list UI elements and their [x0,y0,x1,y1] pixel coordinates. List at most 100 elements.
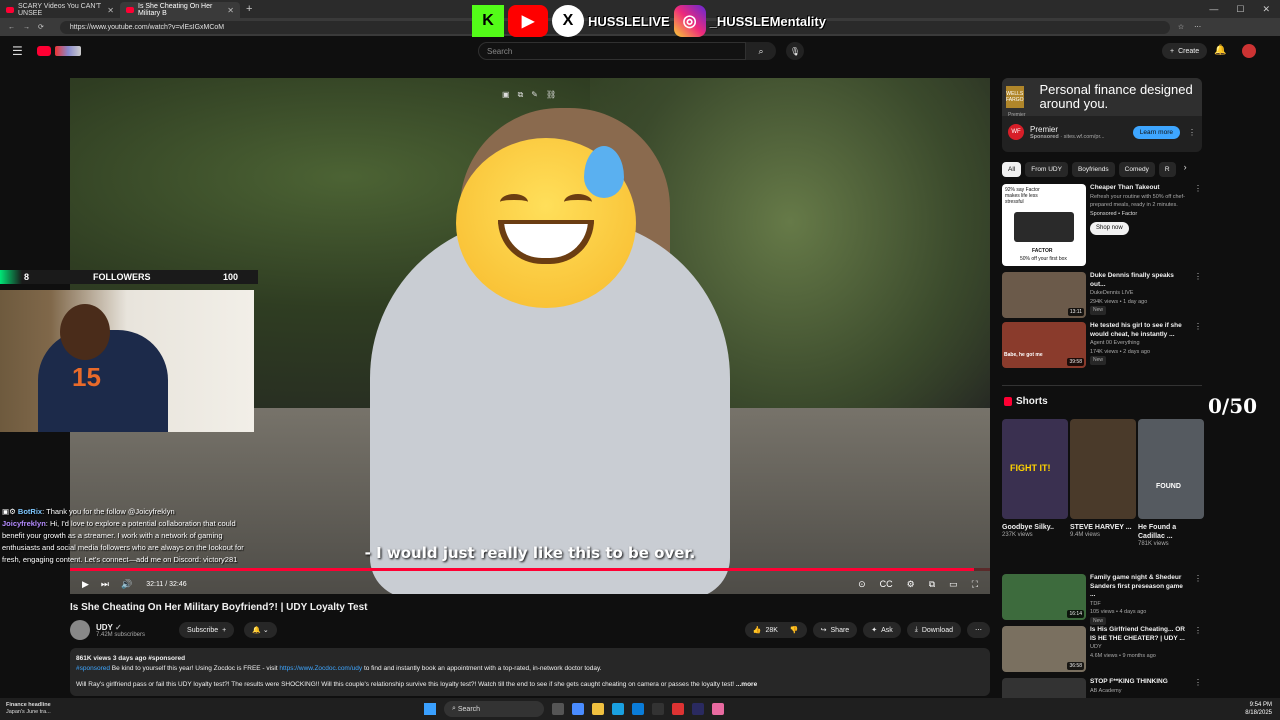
obs-icon[interactable] [672,703,684,715]
maximize-icon[interactable]: ☐ [1236,4,1244,15]
system-clock[interactable]: 9:54 PM 8/18/2025 [1245,701,1272,717]
play-icon[interactable]: ▶ [82,579,89,590]
news-widget[interactable]: Finance headline Japan's June tra... [6,702,51,716]
chip-boyfriends[interactable]: Boyfriends [1071,162,1115,177]
share-label: Share [830,626,850,634]
back-icon[interactable]: ← [8,24,15,31]
channel-avatar[interactable] [70,620,90,640]
short-item[interactable]: STEVE HARVEY ... 9.4M views [1070,419,1136,547]
shop-now-button[interactable]: Shop now [1090,222,1129,235]
show-more-link[interactable]: ...more [736,681,757,688]
subscribe-button[interactable]: Subscribe + [179,622,235,638]
x-logo-icon: X [552,5,584,37]
list-item[interactable]: 16:14 Family game night & Shedeur Sander… [1002,574,1202,625]
favorite-star-icon[interactable]: ☆ [1178,23,1184,31]
autoplay-toggle-icon[interactable]: ⊙ [858,579,866,590]
chrome-icon[interactable] [612,703,624,715]
search-button[interactable]: ⌕ [746,42,776,60]
taskbar-search[interactable]: ⌕ Search [444,701,544,717]
miniplayer-icon[interactable]: ⧉ [929,579,935,590]
close-tab-icon[interactable]: ✕ [227,6,234,15]
app-icon[interactable] [652,703,664,715]
windows-start-icon[interactable] [424,703,436,715]
new-tab-icon[interactable]: + [240,3,258,15]
fullscreen-icon[interactable]: ⛶ [972,579,978,590]
next-icon[interactable]: ⏭ [101,579,109,590]
voice-search-button[interactable]: 🎙 [786,42,804,60]
clock-date: 8/18/2025 [1245,710,1272,716]
more-actions-button[interactable]: ⋯ [967,622,990,638]
tab-scary-videos[interactable]: SCARY Videos You CAN'T UNSEE ✕ [0,2,120,18]
premiere-icon[interactable] [692,703,704,715]
rec-text: He tested his girl to see if she would c… [1090,322,1190,368]
hamburger-menu-icon[interactable]: ☰ [12,44,23,58]
crop-icon[interactable]: ⧉ [518,90,524,100]
rec-text: Family game night & Shedeur Sanders firs… [1090,574,1190,625]
app-icon[interactable] [712,703,724,715]
like-button[interactable]: 👍 28K 👎 [744,622,807,638]
list-item[interactable]: 36:58 Is His Girlfriend Cheating... OR I… [1002,626,1202,672]
zocdoc-link[interactable]: https://www.Zocdoc.com/udy [279,665,362,672]
more-icon[interactable]: ⋮ [1194,272,1202,318]
search-input[interactable]: Search [478,42,746,60]
close-window-icon[interactable]: ✕ [1262,4,1270,15]
bell-icon[interactable]: 🔔 [1214,45,1226,56]
sparkle-icon: ✦ [871,627,878,634]
short-item[interactable]: FIGHT IT! Goodbye Silky.. 237K views [1002,419,1068,547]
progress-bar[interactable] [70,568,990,571]
more-icon[interactable]: ⋮ [1194,626,1202,672]
channel-name[interactable]: UDY [96,623,113,632]
chevron-right-icon[interactable]: › [1184,162,1187,178]
rec-meta: 294K views • 1 day ago [1090,298,1148,305]
more-icon[interactable]: ⋮ [1194,678,1202,698]
task-view-icon[interactable] [552,703,564,715]
more-icon[interactable]: ⋮ [1194,184,1202,266]
sponsored-hashtag[interactable]: #sponsored [76,665,110,672]
youtube-logo-icon[interactable] [36,46,51,56]
tab-current-video[interactable]: Is She Cheating On Her Military B ✕ [120,2,240,18]
plus-icon: + [1170,47,1175,55]
notification-bell-button[interactable]: 🔔 ⌄ [244,622,277,638]
chip-comedy[interactable]: Comedy [1118,162,1155,177]
chip-all[interactable]: All [1002,162,1022,177]
forward-icon[interactable]: → [23,24,30,31]
youtube-doodle-logo[interactable] [54,46,81,56]
list-item[interactable]: Babe, he got me 39:58 He tested his girl… [1002,322,1202,368]
user-avatar[interactable] [1242,44,1256,58]
volume-icon[interactable]: 🔊 [121,579,132,590]
theater-mode-icon[interactable]: ▭ [949,579,958,590]
chip-more[interactable]: R [1158,162,1176,177]
edit-icon[interactable]: ✎ [531,90,538,100]
chip-from-udy[interactable]: From UDY [1025,162,1068,177]
more-icon[interactable]: ⋮ [1194,322,1202,368]
short-item[interactable]: FOUND He Found a Cadillac ... 781K views [1138,419,1204,547]
share-button[interactable]: ↪ Share [812,622,858,638]
list-item[interactable]: 13:11 Duke Dennis finally speaks out... … [1002,272,1202,318]
file-explorer-icon[interactable] [592,703,604,715]
rec-channel: DukeDennis LIVE [1090,290,1134,296]
download-button[interactable]: ⤓ Download [906,622,961,638]
close-tab-icon[interactable]: ✕ [107,6,114,15]
more-icon[interactable]: ⋮ [1188,128,1196,137]
link-icon[interactable]: ⛓ [546,90,556,100]
captions-icon[interactable]: CC [880,579,893,590]
outlook-icon[interactable] [632,703,644,715]
minimize-icon[interactable]: — [1209,4,1218,15]
create-button[interactable]: + Create [1162,43,1208,59]
list-item[interactable]: 92% say Factor makes life less stressful… [1002,184,1202,266]
ask-button[interactable]: ✦ Ask [863,622,901,638]
list-item[interactable]: STOP F**KING THINKING AB Academy ⋮ [1002,678,1202,698]
extensions-icon[interactable]: ⋯ [1194,23,1201,31]
player-controls: ▶ ⏭ 🔊 32:11 / 32:46 ⊙ CC ⚙ ⧉ ▭ ⛶ [70,574,990,594]
thumbs-down-icon[interactable]: 👎 [790,626,799,634]
reload-icon[interactable]: ⟳ [38,23,44,31]
webcam-head [60,304,110,360]
sidebar-ad[interactable]: WELLS FARGO Personal finance designed ar… [1002,78,1202,152]
video-description[interactable]: 861K views 3 days ago #sponsored #sponso… [70,648,990,696]
edge-icon[interactable] [572,703,584,715]
more-icon[interactable]: ⋮ [1194,574,1202,625]
screenshot-icon[interactable]: ▣ [502,90,510,100]
learn-more-button[interactable]: Learn more [1132,125,1180,139]
settings-gear-icon[interactable]: ⚙ [907,579,915,590]
video-thumbnail: 92% say Factor makes life less stressful… [1002,184,1086,266]
